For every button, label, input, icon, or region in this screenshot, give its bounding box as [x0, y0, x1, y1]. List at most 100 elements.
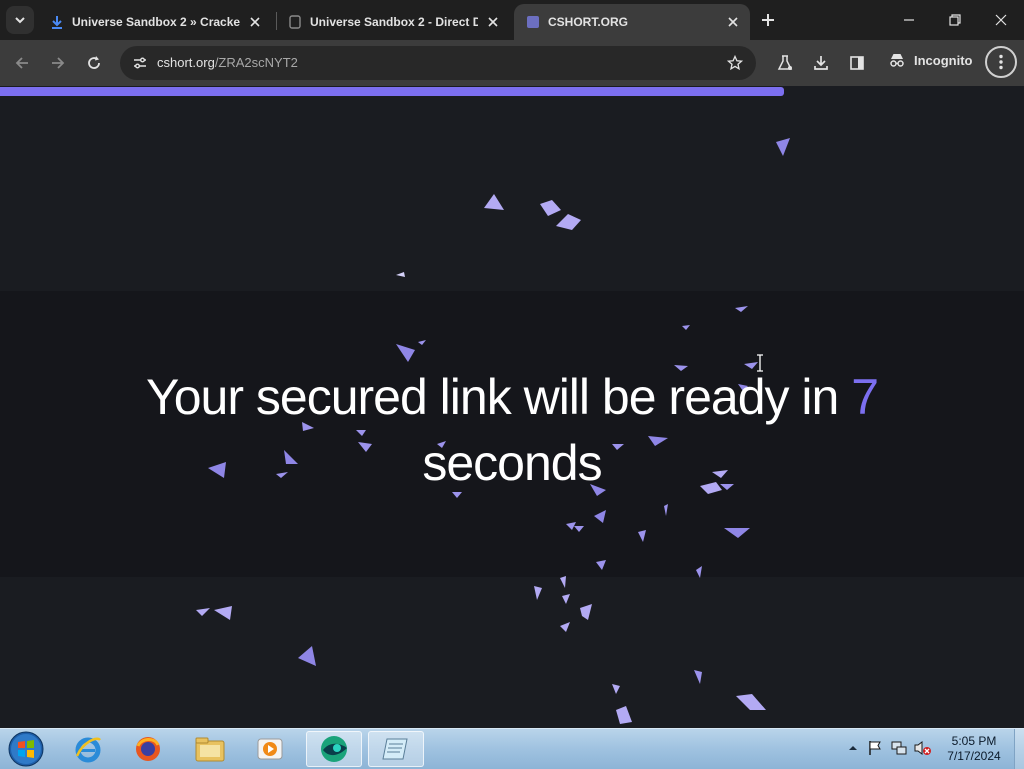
taskbar-media-player[interactable]	[242, 731, 298, 767]
particle-shard	[196, 608, 210, 616]
particle-shard	[724, 528, 750, 538]
tab-cshort[interactable]: CSHORT.ORG	[514, 4, 750, 40]
address-host: cshort.org	[157, 55, 215, 70]
labs-flask-icon[interactable]	[773, 51, 797, 75]
particle-shard	[560, 622, 570, 632]
restore-icon	[949, 14, 961, 26]
particle-shard	[298, 646, 316, 666]
cshort-favicon	[526, 15, 540, 29]
new-tab-button[interactable]	[757, 9, 779, 31]
restore-button[interactable]	[932, 0, 978, 40]
particle-shard	[616, 706, 632, 724]
countdown-message-suffix: seconds	[422, 435, 602, 491]
particle-shard	[736, 694, 766, 710]
network-icon[interactable]	[890, 739, 908, 757]
particle-shard	[562, 594, 570, 604]
tab-title: Universe Sandbox 2 » Cracked	[72, 15, 240, 29]
close-tab-icon[interactable]	[724, 13, 742, 31]
address-url: cshort.org/ZRA2scNYT2	[157, 55, 298, 70]
plus-icon	[762, 14, 774, 26]
notepad-icon	[382, 738, 408, 760]
incognito-icon	[890, 54, 904, 67]
taskbar-app-globe[interactable]	[306, 731, 362, 767]
clock-date: 7/17/2024	[947, 749, 1001, 763]
particle-shard	[682, 325, 690, 330]
close-window-button[interactable]	[978, 0, 1024, 40]
tab-universe-sandbox-direct[interactable]: Universe Sandbox 2 - Direct D	[276, 4, 510, 40]
system-clock[interactable]: 5:05 PM 7/17/2024	[938, 734, 1010, 764]
particle-shard	[612, 684, 620, 694]
arrow-right-icon	[52, 57, 65, 69]
particle-shard	[735, 306, 748, 312]
text-cursor-icon	[757, 354, 763, 372]
bookmark-star-icon[interactable]	[724, 52, 746, 74]
windows-taskbar: 5:05 PM 7/17/2024	[0, 728, 1024, 769]
countdown-message: Your secured link will be ready in 7 sec…	[0, 364, 1024, 496]
file-explorer-icon	[195, 737, 225, 762]
particle-shard	[396, 344, 415, 362]
volume-muted-icon[interactable]	[914, 739, 932, 757]
reload-button[interactable]	[81, 50, 107, 76]
countdown-value: 7	[851, 369, 879, 425]
show-desktop-button[interactable]	[1014, 729, 1024, 769]
tab-strip: Universe Sandbox 2 » Cracked Universe Sa…	[0, 0, 1024, 40]
internet-explorer-icon	[75, 737, 101, 763]
particle-shard	[696, 566, 702, 578]
back-button[interactable]	[9, 50, 35, 76]
address-path: /ZRA2scNYT2	[214, 55, 298, 70]
forward-button[interactable]	[45, 50, 71, 76]
particle-shard	[540, 200, 561, 216]
close-icon	[995, 14, 1007, 26]
action-center-flag-icon[interactable]	[866, 739, 884, 757]
more-vertical-icon	[999, 54, 1003, 70]
particle-shard	[594, 510, 606, 523]
minimize-icon	[904, 19, 914, 21]
countdown-message-prefix: Your secured link will be ready in	[145, 369, 852, 425]
address-bar[interactable]: cshort.org/ZRA2scNYT2	[120, 46, 756, 80]
browser-menu-button[interactable]	[985, 46, 1017, 78]
particle-shard	[694, 670, 702, 684]
close-tab-icon[interactable]	[484, 13, 502, 31]
taskbar-firefox[interactable]	[120, 731, 176, 767]
particle-shard	[418, 340, 426, 345]
page-icon	[288, 15, 302, 29]
particle-shard	[396, 272, 405, 277]
particle-shard	[556, 214, 581, 230]
reload-icon	[88, 56, 100, 69]
downloads-icon[interactable]	[809, 51, 833, 75]
clock-time: 5:05 PM	[951, 734, 997, 748]
particle-shard	[484, 194, 504, 210]
side-panel-icon[interactable]	[845, 51, 869, 75]
particle-shard	[574, 526, 584, 532]
site-info-icon[interactable]	[128, 51, 152, 75]
incognito-indicator[interactable]: Incognito	[888, 52, 973, 68]
tab-search-button[interactable]	[6, 6, 34, 34]
particle-shard	[214, 606, 232, 620]
incognito-label: Incognito	[914, 52, 973, 68]
show-hidden-icons-button[interactable]	[844, 739, 862, 757]
particle-shard	[596, 560, 606, 570]
chevron-up-icon	[849, 746, 857, 750]
taskbar-internet-explorer[interactable]	[60, 731, 116, 767]
taskbar-file-explorer[interactable]	[182, 731, 238, 767]
arrow-left-icon	[15, 57, 28, 69]
particle-shard	[560, 576, 566, 588]
particle-shard	[580, 604, 592, 620]
download-arrow-icon	[50, 15, 64, 29]
taskbar-notepad[interactable]	[368, 731, 424, 767]
particle-shard	[664, 504, 668, 516]
page-viewport: Your secured link will be ready in 7 sec…	[0, 86, 1024, 728]
start-button[interactable]	[6, 730, 46, 768]
close-tab-icon[interactable]	[246, 13, 264, 31]
minimize-button[interactable]	[886, 0, 932, 40]
browser-toolbar: cshort.org/ZRA2scNYT2 Incognito	[0, 40, 1024, 86]
particle-shard	[534, 586, 542, 600]
particle-shard	[776, 138, 790, 156]
tab-title: Universe Sandbox 2 - Direct D	[310, 15, 478, 29]
tab-universe-sandbox-cracked[interactable]: Universe Sandbox 2 » Cracked	[38, 4, 272, 40]
chevron-down-icon	[15, 17, 25, 24]
media-player-icon	[257, 738, 283, 760]
app-globe-icon	[321, 736, 347, 762]
tab-title: CSHORT.ORG	[548, 15, 629, 29]
particle-shard	[638, 530, 646, 542]
